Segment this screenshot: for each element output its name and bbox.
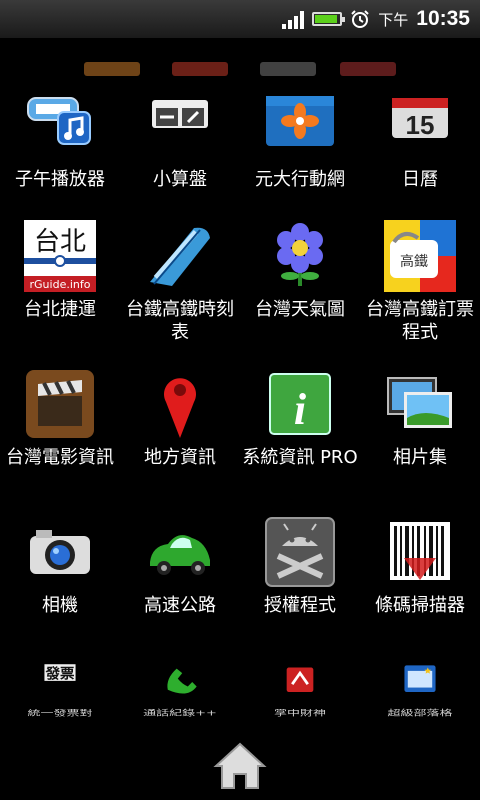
app-label: 元大行動網 bbox=[255, 169, 345, 190]
system-info-icon: i bbox=[269, 373, 331, 435]
battery-charging-icon bbox=[312, 12, 346, 26]
app-label: 台灣天氣圖 bbox=[255, 299, 345, 320]
camera-icon bbox=[30, 530, 90, 574]
app-thsr-booking[interactable]: 高鐵 台灣高鐵訂票程式 bbox=[360, 220, 480, 344]
app-label: 授權程式 bbox=[264, 595, 336, 616]
map-pin-icon bbox=[164, 378, 196, 438]
calendar-icon: 15 bbox=[392, 98, 448, 140]
app-label: 台鐵高鐵時刻表 bbox=[126, 299, 234, 343]
phone-icon bbox=[167, 668, 197, 694]
app-label: 地方資訊 bbox=[144, 447, 216, 468]
metro-logo-text: 台北 bbox=[34, 227, 86, 257]
app-label: 條碼掃描器 bbox=[375, 595, 465, 616]
stock-app-icon bbox=[266, 96, 334, 146]
metro-url-text: rGuide.info bbox=[30, 278, 91, 291]
movie-clapper-icon bbox=[26, 370, 94, 438]
faded-top-row bbox=[0, 62, 480, 82]
faded-bottom-row: 發票 統一發票對 通話紀錄++ 掌中財神 超級部落格 bbox=[0, 662, 480, 742]
blog-icon bbox=[404, 665, 436, 692]
app-camera[interactable]: 相機 bbox=[0, 516, 120, 617]
faded-icon bbox=[172, 62, 228, 76]
signal-icon bbox=[282, 9, 305, 29]
app-finance[interactable]: 掌中財神 bbox=[240, 662, 360, 725]
app-taipei-metro[interactable]: 台北 rGuide.info 台北捷運 bbox=[0, 220, 120, 321]
train-icon bbox=[150, 227, 210, 286]
app-calendar[interactable]: 15 日曆 bbox=[360, 90, 480, 191]
app-calculator[interactable]: 小算盤 bbox=[120, 90, 240, 191]
finance-icon bbox=[286, 667, 314, 692]
app-label: 子午播放器 bbox=[15, 169, 105, 190]
invoice-icon-text: 發票 bbox=[45, 665, 75, 683]
car-icon bbox=[150, 535, 210, 575]
svg-text:i: i bbox=[294, 385, 307, 434]
android-license-icon bbox=[265, 517, 335, 587]
weather-flower-icon bbox=[277, 223, 323, 286]
invoice-icon: 發票 bbox=[44, 664, 76, 683]
app-movie-info[interactable]: 台灣電影資訊 bbox=[0, 368, 120, 469]
app-invoice[interactable]: 發票 統一發票對 bbox=[0, 662, 120, 725]
app-license[interactable]: 授權程式 bbox=[240, 516, 360, 617]
app-label: 掌中財神 bbox=[273, 709, 326, 718]
thsr-ticket-icon: 高鐵 bbox=[384, 220, 456, 292]
app-label: 台灣電影資訊 bbox=[6, 447, 114, 468]
app-weather[interactable]: 台灣天氣圖 bbox=[240, 220, 360, 321]
calendar-day: 15 bbox=[406, 110, 435, 140]
app-label: 相片集 bbox=[393, 447, 447, 468]
barcode-scanner-icon bbox=[390, 522, 450, 580]
faded-icon bbox=[84, 62, 140, 76]
app-train-timetable[interactable]: 台鐵高鐵時刻表 bbox=[120, 220, 240, 344]
app-gallery[interactable]: 相片集 bbox=[360, 368, 480, 469]
ampm-label: 下午 bbox=[378, 10, 409, 29]
calculator-icon bbox=[152, 100, 208, 128]
app-label: 日曆 bbox=[402, 169, 438, 190]
app-label: 通話紀錄++ bbox=[143, 709, 217, 718]
alarm-icon bbox=[351, 10, 369, 28]
app-local-info[interactable]: 地方資訊 bbox=[120, 368, 240, 469]
thsr-icon-text: 高鐵 bbox=[400, 253, 428, 270]
home-icon[interactable] bbox=[210, 738, 270, 794]
app-label: 相機 bbox=[42, 595, 78, 616]
faded-icon bbox=[340, 62, 396, 76]
app-label: 超級部落格 bbox=[387, 709, 453, 718]
app-label: 統一發票對 bbox=[27, 709, 93, 718]
app-label: 系統資訊 PRO bbox=[242, 447, 358, 468]
app-label: 高速公路 bbox=[144, 595, 216, 616]
app-stock[interactable]: 元大行動網 bbox=[240, 90, 360, 191]
faded-icon bbox=[260, 62, 316, 76]
gallery-icon bbox=[387, 377, 452, 428]
taipei-metro-icon: 台北 rGuide.info bbox=[24, 220, 96, 292]
app-call-log[interactable]: 通話紀錄++ bbox=[120, 662, 240, 725]
app-barcode-scanner[interactable]: 條碼掃描器 bbox=[360, 516, 480, 617]
clock-time: 10:35 bbox=[416, 7, 470, 30]
app-blog[interactable]: 超級部落格 bbox=[360, 662, 480, 725]
music-player-icon bbox=[27, 97, 91, 145]
app-label: 台灣高鐵訂票程式 bbox=[366, 299, 474, 343]
status-bar: 下午 10:35 bbox=[0, 0, 480, 38]
app-freeway[interactable]: 高速公路 bbox=[120, 516, 240, 617]
app-system-info[interactable]: i 系統資訊 PRO bbox=[240, 368, 360, 469]
app-label: 台北捷運 bbox=[24, 299, 96, 320]
app-music-player[interactable]: 子午播放器 bbox=[0, 90, 120, 191]
app-label: 小算盤 bbox=[153, 169, 207, 190]
